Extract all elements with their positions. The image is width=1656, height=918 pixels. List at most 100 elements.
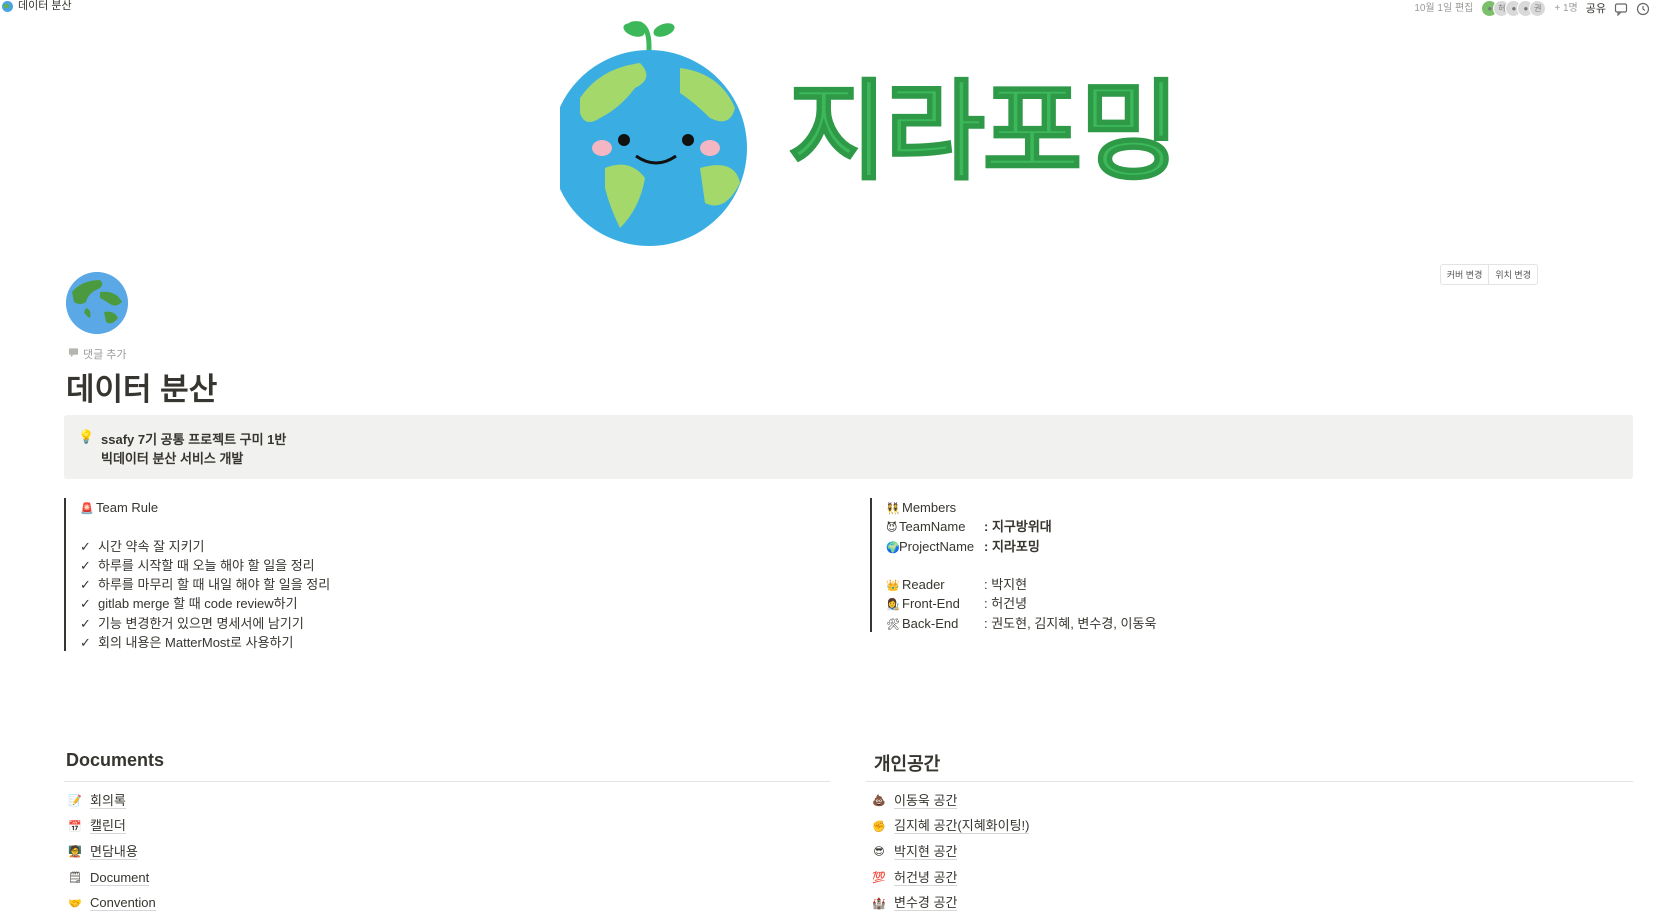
add-comment-label: 댓글 추가 xyxy=(83,349,127,361)
top-right-actions: 10월 1일 편집 ● 허 ● ● 권 + 1명 공유 xyxy=(1414,0,1650,17)
team-name-row: 😈 TeamName: 지구방위대 xyxy=(886,517,1156,536)
checkmark-icon: ✓ xyxy=(80,577,91,593)
hundred-icon: 💯 xyxy=(872,872,886,885)
comment-icon xyxy=(68,347,79,361)
rule-item: ✓ 하루를 마무리 할 때 내일 해야 할 일을 정리 xyxy=(80,575,330,594)
team-name-key: TeamName xyxy=(899,519,966,535)
more-members[interactable]: + 1명 xyxy=(1554,3,1577,15)
checkmark-icon: ✓ xyxy=(80,635,91,651)
documents-item-calendar[interactable]: 📅 캘린더 xyxy=(68,814,156,840)
reader-row: 👑 Reader: 박지현 xyxy=(886,575,1156,594)
item-label: 김지혜 공간(지혜화이팅!) xyxy=(894,818,1030,835)
callout-line-2: 빅데이터 분산 서비스 개발 xyxy=(101,451,244,466)
item-label: Document xyxy=(90,869,150,886)
add-comment-button[interactable]: 댓글 추가 xyxy=(68,346,127,362)
calendar-icon: 📅 xyxy=(68,820,82,833)
checkmark-icon: ✓ xyxy=(80,615,91,631)
documents-item-interview[interactable]: 🧑‍🏫 면담내용 xyxy=(68,839,156,865)
project-name-key: ProjectName xyxy=(899,538,975,554)
item-label: Convention xyxy=(90,895,156,912)
item-label: 회의록 xyxy=(90,792,126,809)
item-label: 캘린더 xyxy=(90,818,126,835)
handshake-icon: 🤝 xyxy=(68,897,82,910)
documents-list: 📝 회의록 📅 캘린더 🧑‍🏫 면담내용 🗒 Document 🤝 Convention xyxy=(68,788,156,916)
documents-heading: Documents xyxy=(66,750,165,770)
comments-icon[interactable] xyxy=(1614,2,1628,16)
item-label: 변수경 공간 xyxy=(894,895,958,912)
devil-icon: 😈 xyxy=(886,522,898,535)
rule-item-text: 기능 변경한거 있으면 명세서에 남기기 xyxy=(98,615,304,631)
callout-block[interactable]: 💡 ssafy 7기 공통 프로젝트 구미 1반 빅데이터 분산 서비스 개발 xyxy=(64,415,1633,479)
divider xyxy=(64,781,830,782)
tools-icon: 🛠 xyxy=(886,618,900,631)
lightbulb-icon: 💡 xyxy=(78,429,95,444)
team-rule-heading-label: Team Rule xyxy=(96,500,159,515)
personal-space-heading: 개인공간 xyxy=(874,754,941,774)
item-label: 이동욱 공간 xyxy=(894,792,958,809)
siren-icon: 🚨 xyxy=(80,503,94,515)
cover-controls: 커버 변경 위치 변경 xyxy=(1439,264,1538,285)
item-label: 허건녕 공간 xyxy=(894,869,958,886)
frontend-key: Front-End xyxy=(902,596,960,612)
divider xyxy=(866,781,1633,782)
rule-item-text: 시간 약속 잘 지키기 xyxy=(98,538,205,554)
members-heading-label: Members xyxy=(902,500,957,515)
rule-item: ✓ 회의 내용은 MatterMost로 사용하기 xyxy=(80,633,330,652)
documents-item-document[interactable]: 🗒 Document xyxy=(68,865,156,891)
documents-item-convention[interactable]: 🤝 Convention xyxy=(68,890,156,916)
avatar-group[interactable]: ● 허 ● ● 권 xyxy=(1481,0,1547,17)
breadcrumb[interactable]: 데이터 분산 xyxy=(2,0,72,12)
teacher-icon: 🧑‍🏫 xyxy=(68,846,82,859)
checkmark-icon: ✓ xyxy=(80,538,91,554)
team-rule-block[interactable]: 🚨 Team Rule ✓ 시간 약속 잘 지키기 ✓ 하루를 시작할 때 오늘 해야… xyxy=(64,498,330,651)
rule-item-text: 하루를 마무리 할 때 내일 해야 할 일을 정리 xyxy=(98,577,331,593)
personal-space-list: 💩 이동욱 공간 ✊ 김지혜 공간(지혜화이팅!) 😎 박지현 공간 💯 허건녕 공간 … xyxy=(872,788,1030,916)
rule-item: ✓ 시간 약속 잘 지키기 xyxy=(80,537,330,556)
rule-item-text: 회의 내용은 MatterMost로 사용하기 xyxy=(98,635,294,651)
page-globe-icon[interactable] xyxy=(66,272,128,334)
earth-icon: 🌍 xyxy=(886,541,900,554)
globe-icon xyxy=(2,0,13,12)
checkmark-icon: ✓ xyxy=(80,557,91,573)
backend-key: Back-End xyxy=(902,615,959,631)
personal-item-park[interactable]: 😎 박지현 공간 xyxy=(872,839,1029,865)
personal-item-byun[interactable]: 🏰 변수경 공간 xyxy=(872,890,1029,916)
reposition-cover-button[interactable]: 위치 변경 xyxy=(1488,265,1537,284)
project-name-row: 🌍ProjectName: 지라포밍 xyxy=(886,537,1156,556)
rule-item-text: gitlab merge 할 때 code review하기 xyxy=(98,596,298,612)
backend-value: : 권도현, 김지혜, 변수경, 이동욱 xyxy=(984,615,1157,631)
backend-row: 🛠 Back-End : 권도현, 김지혜, 변수경, 이동욱 xyxy=(886,614,1156,633)
personal-item-heo[interactable]: 💯 허건녕 공간 xyxy=(872,865,1029,891)
item-label: 면담내용 xyxy=(90,843,138,860)
history-icon[interactable] xyxy=(1636,2,1650,16)
smiley-icon: 😎 xyxy=(873,846,885,859)
share-button[interactable]: 공유 xyxy=(1586,3,1606,15)
documents-item-meeting-notes[interactable]: 📝 회의록 xyxy=(68,788,156,814)
callout-line-1: ssafy 7기 공통 프로젝트 구미 1반 xyxy=(101,432,287,447)
checkmark-icon: ✓ xyxy=(80,596,91,612)
frontend-row: 👩‍🎨 Front-End: 허건녕 xyxy=(886,594,1156,613)
members-heading: 👯 Members xyxy=(886,498,1156,517)
change-cover-button[interactable]: 커버 변경 xyxy=(1441,265,1489,284)
members-block[interactable]: 👯 Members 😈 TeamName: 지구방위대 🌍ProjectName: … xyxy=(870,498,1156,632)
breadcrumb-title[interactable]: 데이터 분산 xyxy=(18,0,72,12)
reader-value: : 박지현 xyxy=(984,577,1028,593)
project-name-value: 지라포밍 xyxy=(991,538,1040,554)
page-title[interactable]: 데이터 분산 xyxy=(66,364,217,409)
personal-item-kim[interactable]: ✊ 김지혜 공간(지혜화이팅!) xyxy=(872,814,1030,840)
team-name-value: 지구방위대 xyxy=(991,519,1052,535)
memo-icon: 📝 xyxy=(68,795,82,808)
artist-icon: 👩‍🎨 xyxy=(886,599,900,612)
team-rule-heading: 🚨 Team Rule xyxy=(80,498,330,517)
top-bar: 데이터 분산 10월 1일 편집 ● 허 ● ● 권 + 1명 공유 xyxy=(0,0,1656,17)
cover-image: 지라포밍 xyxy=(560,18,1260,250)
rule-item-text: 하루를 시작할 때 오늘 해야 할 일을 정리 xyxy=(98,557,315,573)
reader-key: Reader xyxy=(902,577,945,593)
poop-icon: 💩 xyxy=(872,795,886,808)
item-label: 박지현 공간 xyxy=(894,843,958,860)
castle-icon: 🏰 xyxy=(872,897,886,910)
personal-item-lee[interactable]: 💩 이동욱 공간 xyxy=(872,788,1029,814)
cover-logo-text: 지라포밍 xyxy=(787,70,1180,195)
